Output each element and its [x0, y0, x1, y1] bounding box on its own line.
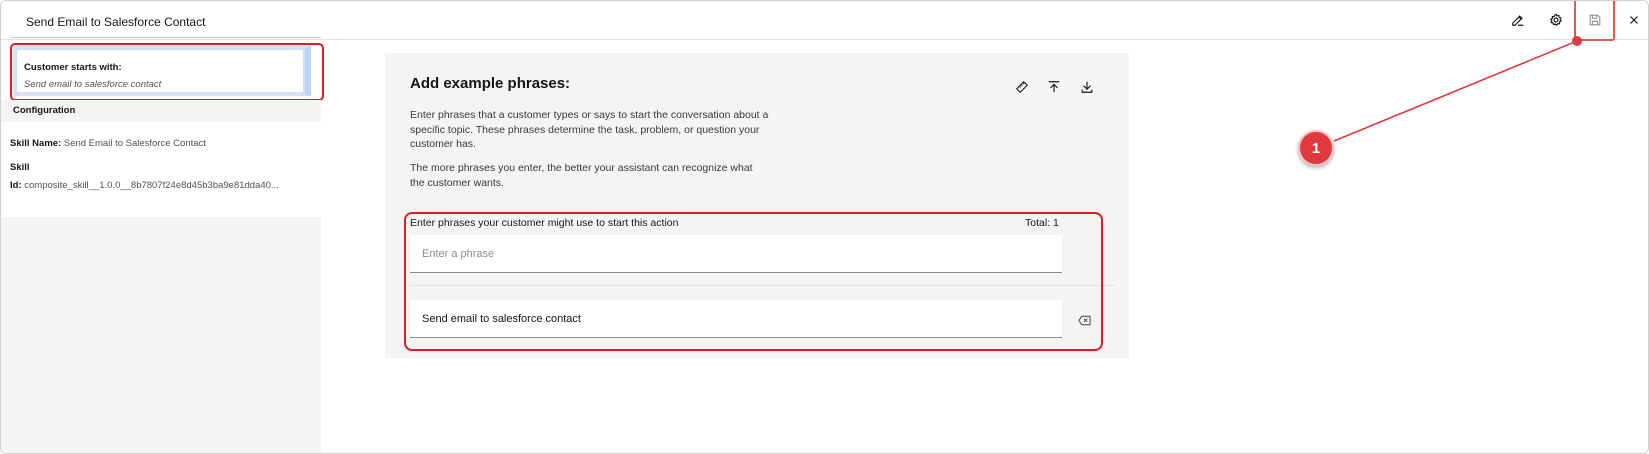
skill-name-value: Send Email to Salesforce Contact: [63, 138, 206, 149]
configuration-heading: Configuration: [13, 105, 76, 116]
description-secondary: The more phrases you enter, the better y…: [410, 162, 753, 189]
skill-name-row: Skill Name: Send Email to Salesforce Con…: [10, 138, 206, 149]
left-panel-content: Customer starts with: Send email to sale…: [1, 40, 324, 217]
skill-label-row: Skill: [10, 162, 30, 173]
page-title: Send Email to Salesforce Contact: [26, 15, 206, 29]
skill-id-key: Id:: [10, 180, 22, 191]
description-primary: Enter phrases that a customer types or s…: [410, 109, 769, 150]
download-icon[interactable]: [1079, 79, 1095, 95]
close-icon[interactable]: [1625, 11, 1643, 29]
customer-starts-highlight: [10, 43, 324, 101]
skill-id-value: composite_skill__1.0.0__8b7807f24e8d45b3…: [24, 180, 279, 191]
upload-icon[interactable]: [1046, 79, 1062, 95]
edit-icon[interactable]: [1509, 11, 1527, 29]
title-underline: [11, 37, 321, 38]
ruler-icon[interactable]: [1014, 79, 1030, 95]
app-window: Send Email to Salesforce Contact Custome…: [0, 0, 1649, 454]
skill-id-row: Id: composite_skill__1.0.0__8b7807f24e8d…: [10, 180, 279, 191]
skill-name-key: Skill Name:: [10, 138, 62, 149]
phrases-section-highlight: [404, 212, 1103, 351]
callout-badge: 1: [1298, 130, 1334, 166]
gear-icon[interactable]: [1547, 11, 1565, 29]
skill-key: Skill: [10, 162, 30, 173]
left-panel: Customer starts with: Send email to sale…: [1, 40, 324, 453]
header-bar: Send Email to Salesforce Contact: [1, 1, 1648, 41]
card-title: Add example phrases:: [410, 75, 571, 92]
save-button-highlight: [1574, 1, 1615, 41]
